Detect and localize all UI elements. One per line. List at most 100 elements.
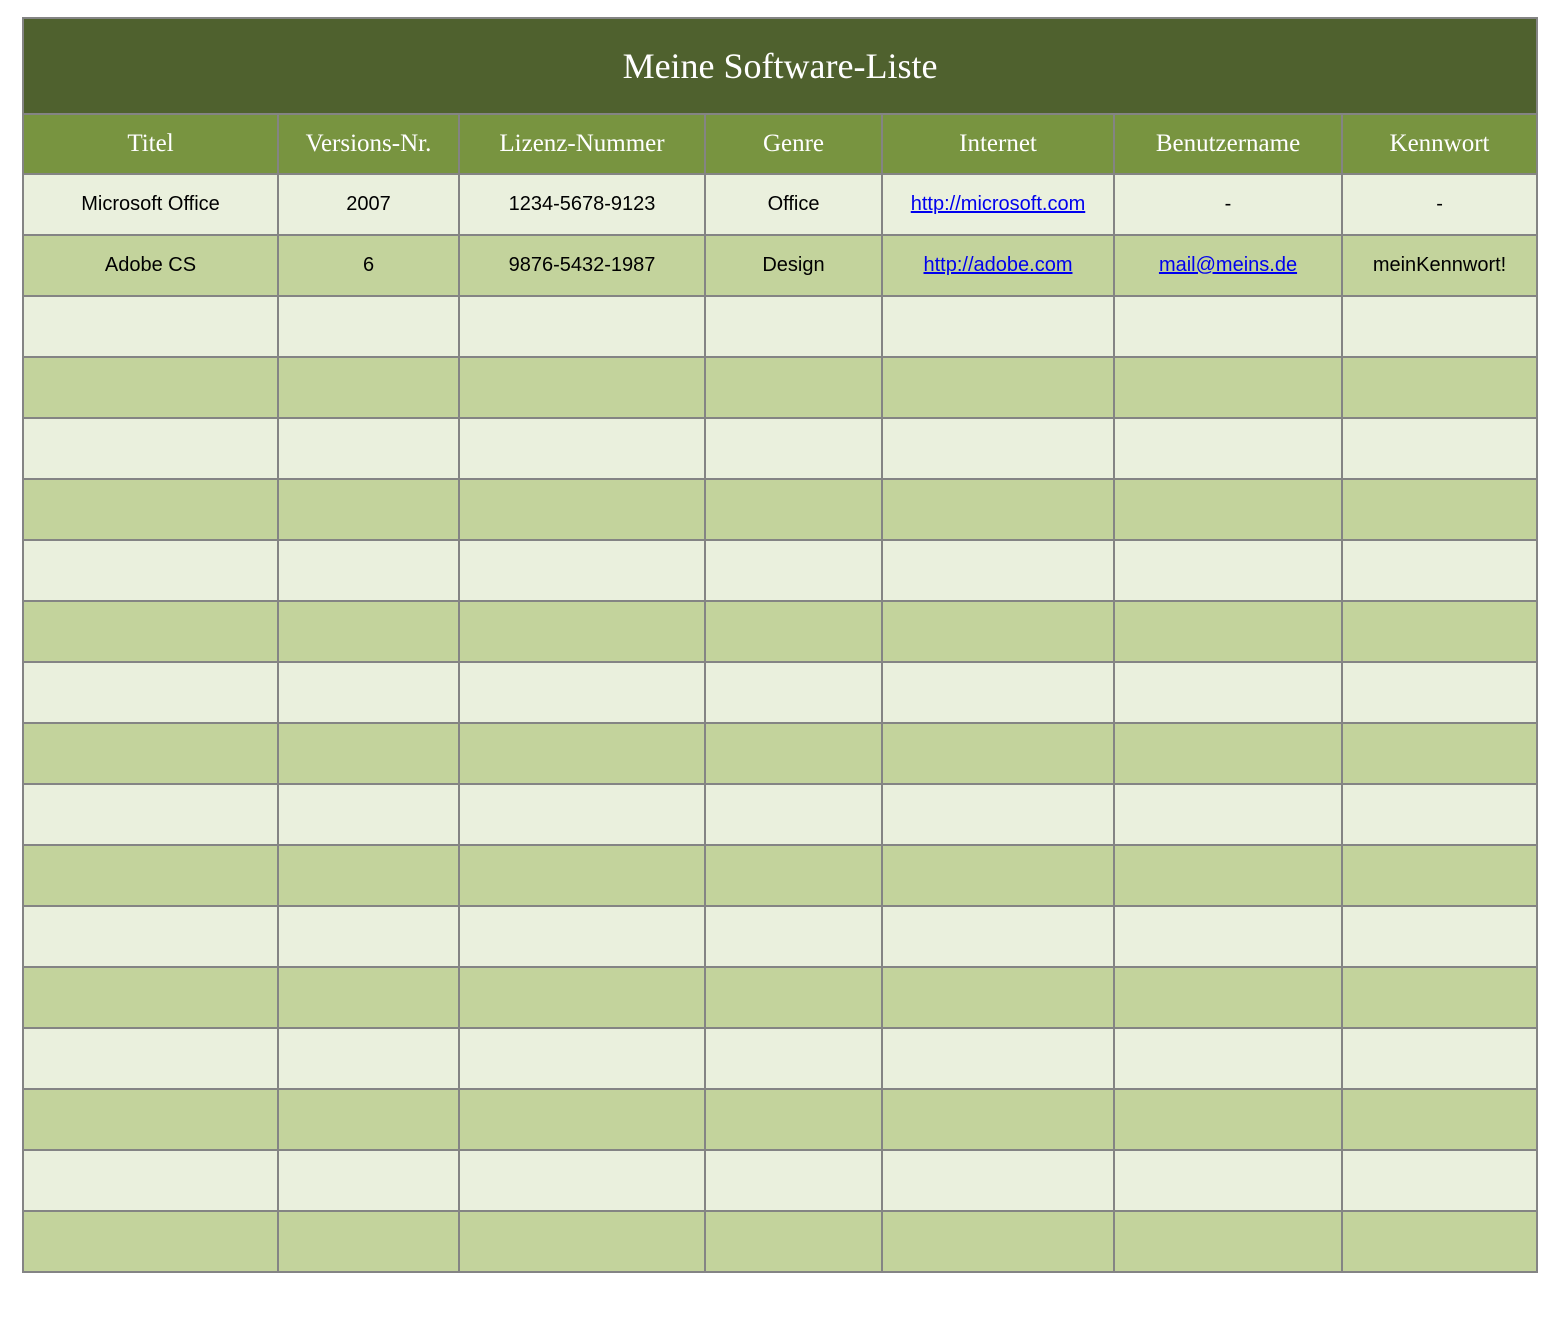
- table-cell[interactable]: 1234-5678-9123: [459, 174, 705, 235]
- table-cell[interactable]: [459, 540, 705, 601]
- hyperlink[interactable]: mail@meins.de: [1159, 254, 1297, 276]
- table-cell[interactable]: [705, 1211, 882, 1272]
- table-cell[interactable]: [23, 357, 278, 418]
- table-cell[interactable]: [705, 723, 882, 784]
- table-cell[interactable]: Design: [705, 235, 882, 296]
- table-cell[interactable]: Adobe CS: [23, 235, 278, 296]
- table-cell[interactable]: [1114, 1028, 1342, 1089]
- table-cell[interactable]: [882, 784, 1114, 845]
- table-cell[interactable]: [459, 418, 705, 479]
- table-cell[interactable]: [278, 418, 459, 479]
- table-cell[interactable]: [23, 1150, 278, 1211]
- table-cell[interactable]: [459, 601, 705, 662]
- table-cell[interactable]: [1342, 601, 1537, 662]
- table-cell[interactable]: [1114, 845, 1342, 906]
- table-cell[interactable]: [882, 479, 1114, 540]
- table-cell[interactable]: [882, 296, 1114, 357]
- table-cell[interactable]: [705, 662, 882, 723]
- table-cell[interactable]: [23, 296, 278, 357]
- table-cell[interactable]: [882, 967, 1114, 1028]
- table-cell[interactable]: [705, 601, 882, 662]
- table-cell[interactable]: [278, 1150, 459, 1211]
- table-cell[interactable]: [1342, 296, 1537, 357]
- table-cell[interactable]: [1342, 967, 1537, 1028]
- table-cell[interactable]: [705, 1089, 882, 1150]
- table-cell[interactable]: [1342, 418, 1537, 479]
- table-cell[interactable]: [23, 1211, 278, 1272]
- table-cell[interactable]: [1114, 357, 1342, 418]
- table-cell[interactable]: [278, 540, 459, 601]
- table-cell[interactable]: [278, 723, 459, 784]
- table-cell[interactable]: [459, 1211, 705, 1272]
- table-cell[interactable]: [882, 662, 1114, 723]
- table-cell[interactable]: 2007: [278, 174, 459, 235]
- table-cell[interactable]: [278, 784, 459, 845]
- table-cell[interactable]: [705, 784, 882, 845]
- table-cell[interactable]: [278, 1089, 459, 1150]
- table-cell[interactable]: [1342, 540, 1537, 601]
- table-cell[interactable]: [1114, 1150, 1342, 1211]
- table-cell[interactable]: meinKennwort!: [1342, 235, 1537, 296]
- table-cell[interactable]: 6: [278, 235, 459, 296]
- table-cell[interactable]: [705, 479, 882, 540]
- table-cell[interactable]: [882, 1028, 1114, 1089]
- table-cell[interactable]: [278, 906, 459, 967]
- table-cell[interactable]: [1342, 723, 1537, 784]
- table-cell[interactable]: [459, 1028, 705, 1089]
- table-cell[interactable]: [705, 906, 882, 967]
- table-cell[interactable]: [23, 1028, 278, 1089]
- table-cell[interactable]: [23, 845, 278, 906]
- table-cell[interactable]: [1342, 479, 1537, 540]
- table-cell[interactable]: [1114, 967, 1342, 1028]
- table-cell[interactable]: [1342, 906, 1537, 967]
- table-cell[interactable]: [1342, 1089, 1537, 1150]
- hyperlink[interactable]: http://adobe.com: [924, 254, 1073, 276]
- table-cell[interactable]: [1114, 296, 1342, 357]
- table-cell[interactable]: [882, 845, 1114, 906]
- table-cell[interactable]: [705, 1150, 882, 1211]
- table-cell[interactable]: [23, 967, 278, 1028]
- table-cell[interactable]: [1114, 784, 1342, 845]
- table-cell[interactable]: [1342, 357, 1537, 418]
- table-cell[interactable]: [882, 1150, 1114, 1211]
- table-cell[interactable]: Office: [705, 174, 882, 235]
- table-cell[interactable]: mail@meins.de: [1114, 235, 1342, 296]
- table-cell[interactable]: [278, 479, 459, 540]
- table-cell[interactable]: [1114, 479, 1342, 540]
- table-cell[interactable]: [882, 601, 1114, 662]
- table-cell[interactable]: [278, 296, 459, 357]
- table-cell[interactable]: [1342, 662, 1537, 723]
- table-cell[interactable]: [459, 784, 705, 845]
- table-cell[interactable]: [882, 540, 1114, 601]
- table-cell[interactable]: [1342, 1211, 1537, 1272]
- table-cell[interactable]: [459, 357, 705, 418]
- table-cell[interactable]: [705, 967, 882, 1028]
- table-cell[interactable]: [882, 1211, 1114, 1272]
- table-cell[interactable]: [1114, 1089, 1342, 1150]
- table-cell[interactable]: [278, 601, 459, 662]
- table-cell[interactable]: [882, 906, 1114, 967]
- table-cell[interactable]: [278, 1028, 459, 1089]
- table-cell[interactable]: [23, 479, 278, 540]
- table-cell[interactable]: [705, 357, 882, 418]
- table-cell[interactable]: [459, 723, 705, 784]
- table-cell[interactable]: http://adobe.com: [882, 235, 1114, 296]
- table-cell[interactable]: [1114, 906, 1342, 967]
- table-cell[interactable]: [23, 601, 278, 662]
- table-cell[interactable]: [459, 967, 705, 1028]
- table-cell[interactable]: -: [1114, 174, 1342, 235]
- table-cell[interactable]: [705, 540, 882, 601]
- table-cell[interactable]: [278, 662, 459, 723]
- table-cell[interactable]: Microsoft Office: [23, 174, 278, 235]
- table-cell[interactable]: [23, 1089, 278, 1150]
- table-cell[interactable]: [1114, 662, 1342, 723]
- table-cell[interactable]: [705, 418, 882, 479]
- table-cell[interactable]: [459, 845, 705, 906]
- table-cell[interactable]: [278, 845, 459, 906]
- table-cell[interactable]: [705, 845, 882, 906]
- table-cell[interactable]: [882, 723, 1114, 784]
- table-cell[interactable]: -: [1342, 174, 1537, 235]
- table-cell[interactable]: http://microsoft.com: [882, 174, 1114, 235]
- table-cell[interactable]: [459, 296, 705, 357]
- table-cell[interactable]: [882, 1089, 1114, 1150]
